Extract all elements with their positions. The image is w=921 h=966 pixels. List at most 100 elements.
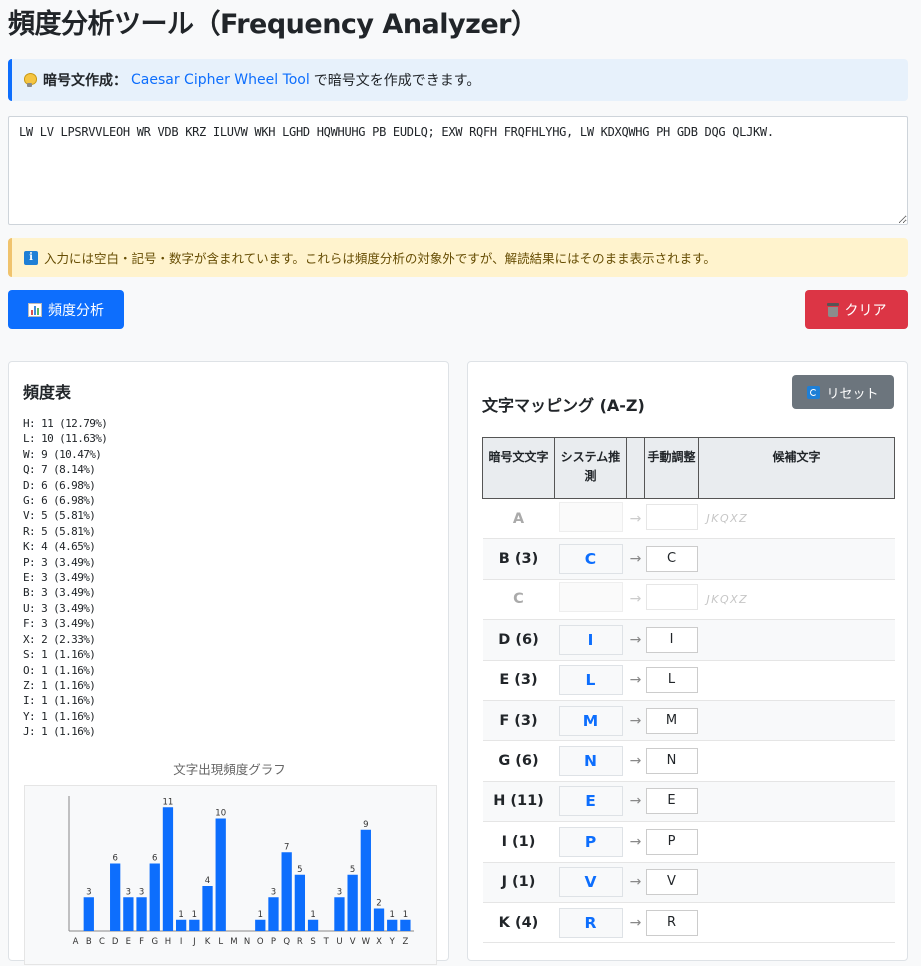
manual-adjust-input[interactable]: I [645,626,698,653]
frequency-line: L: 10 (11.63%) [23,432,108,446]
manual-adjust-input[interactable]: R [645,909,698,936]
mapping-row: C → JKQXZ [482,579,895,621]
bar-value-label: 10 [215,809,226,819]
system-guess-cell: L [554,660,627,701]
frequency-line: Z: 1 (1.16%) [23,678,96,692]
cipher-letter: H (11) [482,781,555,823]
arrow-cell: → [626,781,645,823]
manual-adjust-input[interactable]: M [645,707,698,734]
clear-button[interactable]: クリア [805,290,908,329]
header-arrow [626,437,645,499]
bar [189,919,200,931]
reset-button[interactable]: リセット [792,375,894,409]
manual-adjust-input[interactable]: N [645,748,698,775]
candidate-letters [698,821,895,863]
frequency-line: K: 4 (4.65%) [23,540,96,554]
info-icon: i [24,250,38,265]
frequency-panel: 頻度表 H: 11 (12.79%) L: 10 (11.63%) W: 9 (10… [8,361,449,965]
arrow-cell: → [626,579,645,621]
x-tick-label: P [271,937,276,947]
x-tick-label: V [350,937,356,947]
right-arrow-icon: → [629,914,642,931]
bar-value-label: 1 [178,910,183,920]
tip-suffix: で暗号文を作成できます。 [313,73,481,89]
candidate-letters [698,700,895,742]
system-guess-cell: P [554,821,627,863]
manual-adjust-input[interactable]: V [645,869,698,896]
cipher-letter: C [482,579,555,621]
frequency-line: U: 3 (3.49%) [23,601,96,615]
mapping-panel: 文字マッピング (A-Z) リセット 暗号文文字 システム推測 手動調整 候補文… [467,361,908,961]
bar [123,897,134,931]
bar [215,818,226,931]
arrow-cell: → [626,862,645,903]
right-arrow-icon: → [629,753,642,770]
system-guess: P [558,826,623,857]
mapping-row: I (1) P → P [482,821,895,863]
manual-adjust-input[interactable]: L [645,667,698,694]
bar [307,919,319,931]
cipher-letter: K (4) [482,902,555,944]
x-tick-label: M [230,937,237,947]
candidate-letters [698,619,895,661]
x-tick-label: S [310,937,315,947]
frequency-line: P: 3 (3.49%) [23,555,96,569]
bar-value-label: 1 [258,910,263,920]
caesar-cipher-wheel-link[interactable]: Caesar Cipher Wheel Tool [131,72,310,88]
frequency-line: X: 2 (2.33%) [23,632,96,646]
manual-adjust-cell: C [644,538,699,580]
frequency-line: I: 1 (1.16%) [23,694,96,708]
cipher-letter: J (1) [482,862,555,903]
arrow-cell: → [626,660,645,701]
tool-link-tip: 暗号文作成： Caesar Cipher Wheel Tool で暗号文を作成で… [8,59,908,101]
mapping-row: G (6) N → N [482,740,895,782]
bar-value-label: 11 [163,797,174,807]
notice-text: 入力には空白・記号・数字が含まれています。これらは頻度分析の対象外ですが、解読結… [44,251,716,266]
bar [136,897,147,931]
frequency-line: R: 5 (5.81%) [23,524,96,538]
bar-value-label: 1 [192,910,197,920]
system-guess: V [558,867,623,898]
bar [360,829,371,931]
chart-title: 文字出現頻度グラフ [173,762,286,777]
right-arrow-icon: → [629,874,642,891]
mapping-row: F (3) M → M [482,700,895,742]
bar-value-label: 1 [310,910,315,920]
manual-adjust-input[interactable]: E [645,788,698,815]
tip-label: 暗号文作成： [43,73,127,89]
manual-adjust-input[interactable] [645,503,698,530]
ciphertext-input[interactable]: LW LV LPSRVVLEOH WR VDB KRZ ILUVW WKH LG… [8,116,908,225]
system-guess: C [558,544,623,575]
manual-adjust-cell: N [644,740,699,782]
mapping-row: D (6) I → I [482,619,895,661]
manual-adjust-cell [644,498,699,540]
manual-adjust-cell: E [644,781,699,823]
x-tick-label: Z [402,937,408,947]
arrow-cell: → [626,619,645,661]
manual-adjust-input[interactable]: P [645,828,698,855]
manual-adjust-cell: V [644,862,699,903]
candidate-letters [698,781,895,823]
bar-value-label: 6 [112,854,117,864]
system-guess: R [558,907,623,938]
analyze-button[interactable]: 頻度分析 [8,290,124,329]
clear-button-label: クリア [844,302,887,319]
system-guess-cell: E [554,781,627,823]
bar-value-label: 2 [376,899,381,909]
bar-value-label: 3 [126,887,131,897]
frequency-table-title: 頻度表 [23,383,72,402]
system-guess-cell: M [554,700,627,742]
x-tick-label: O [257,937,264,947]
bar-value-label: 3 [86,887,91,897]
cipher-letter: A [482,498,555,540]
right-arrow-icon: → [629,712,642,729]
system-guess-cell [554,579,627,621]
manual-adjust-input[interactable]: C [645,546,698,573]
candidate-letters [698,538,895,580]
x-tick-label: X [376,937,382,947]
candidate-letters: JKQXZ [698,498,895,540]
bar [281,852,292,931]
manual-adjust-cell: M [644,700,699,742]
right-arrow-icon: → [629,510,642,527]
manual-adjust-input[interactable] [645,584,698,611]
